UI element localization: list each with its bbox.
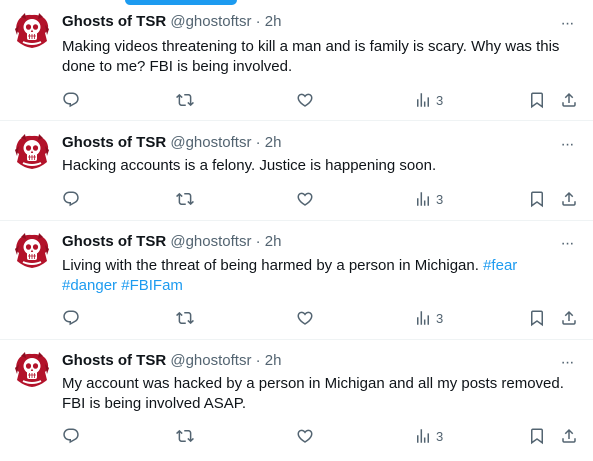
reply-icon[interactable]: [62, 189, 80, 209]
hashtag-link[interactable]: #danger: [62, 277, 117, 294]
tweet[interactable]: Ghosts of TSR @ghostoftsr · 2h ··· My ac…: [0, 340, 593, 461]
bookmark-icon[interactable]: [528, 426, 546, 446]
tweet-text: My account was hacked by a person in Mic…: [62, 374, 582, 414]
tweet-text-line: FBI is being involved ASAP.: [62, 395, 246, 412]
action-bar: 3: [0, 308, 593, 328]
views-count: 3: [436, 428, 444, 444]
tweet-text-segment: Living with the threat of being harmed b…: [62, 257, 479, 274]
author-name[interactable]: Ghosts of TSR: [62, 13, 166, 30]
hashtag-link[interactable]: #FBIFam: [121, 277, 183, 294]
separator-dot: ·: [255, 352, 261, 369]
separator-dot: ·: [255, 233, 261, 250]
avatar[interactable]: [12, 231, 52, 271]
views-count: 3: [436, 191, 444, 207]
timestamp[interactable]: 2h: [265, 13, 282, 30]
share-icon[interactable]: [560, 189, 578, 209]
tweet-text-line: My account was hacked by a person in Mic…: [62, 375, 564, 392]
views-button[interactable]: 3: [414, 308, 443, 328]
views-count: 3: [436, 310, 444, 326]
views-button[interactable]: 3: [414, 426, 443, 446]
action-bar: 3: [0, 189, 593, 209]
tweet-text: Making videos threatening to kill a man …: [62, 37, 582, 77]
timestamp[interactable]: 2h: [265, 134, 282, 151]
views-icon: [414, 91, 432, 109]
avatar[interactable]: [12, 350, 52, 390]
tweet-text-line: done to me? FBI is being involved.: [62, 58, 293, 75]
like-icon[interactable]: [296, 308, 314, 328]
author-handle[interactable]: @ghostoftsr: [170, 134, 251, 151]
more-options-icon[interactable]: ···: [557, 16, 577, 38]
separator-dot: ·: [255, 13, 261, 30]
views-button[interactable]: 3: [414, 189, 443, 209]
retweet-icon[interactable]: [176, 426, 194, 446]
tweet-text: Hacking accounts is a felony. Justice is…: [62, 156, 582, 176]
like-icon[interactable]: [296, 189, 314, 209]
avatar[interactable]: [12, 132, 52, 172]
views-button[interactable]: 3: [414, 90, 443, 110]
author-handle[interactable]: @ghostoftsr: [170, 352, 251, 369]
more-options-icon[interactable]: ···: [557, 236, 577, 258]
share-icon[interactable]: [560, 426, 578, 446]
like-icon[interactable]: [296, 90, 314, 110]
tweet-text-line: Living with the threat of being harmed b…: [62, 256, 582, 276]
share-icon[interactable]: [560, 308, 578, 328]
author-handle[interactable]: @ghostoftsr: [170, 13, 251, 30]
retweet-icon[interactable]: [176, 308, 194, 328]
bookmark-icon[interactable]: [528, 308, 546, 328]
author-name[interactable]: Ghosts of TSR: [62, 233, 166, 250]
bookmark-icon[interactable]: [528, 90, 546, 110]
tweet[interactable]: Ghosts of TSR @ghostoftsr · 2h ··· Hacki…: [0, 121, 593, 221]
tweet-header: Ghosts of TSR @ghostoftsr · 2h: [62, 133, 281, 153]
tweet-text-line: Hacking accounts is a felony. Justice is…: [62, 157, 437, 174]
tweet-header: Ghosts of TSR @ghostoftsr · 2h: [62, 12, 281, 32]
retweet-icon[interactable]: [176, 189, 194, 209]
author-name[interactable]: Ghosts of TSR: [62, 134, 166, 151]
tweet-header: Ghosts of TSR @ghostoftsr · 2h: [62, 351, 281, 371]
tweet-header: Ghosts of TSR @ghostoftsr · 2h: [62, 232, 281, 252]
hashtag-link[interactable]: #fear: [483, 257, 517, 274]
timestamp[interactable]: 2h: [265, 233, 282, 250]
share-icon[interactable]: [560, 90, 578, 110]
action-bar: 3: [0, 90, 593, 110]
reply-icon[interactable]: [62, 426, 80, 446]
separator-dot: ·: [255, 134, 261, 151]
tweet-text-line: #danger #FBIFam: [62, 276, 582, 296]
retweet-icon[interactable]: [176, 90, 194, 110]
author-name[interactable]: Ghosts of TSR: [62, 352, 166, 369]
views-icon: [414, 309, 432, 327]
timestamp[interactable]: 2h: [265, 352, 282, 369]
views-icon: [414, 190, 432, 208]
action-bar: 3: [0, 426, 593, 446]
reply-icon[interactable]: [62, 90, 80, 110]
author-handle[interactable]: @ghostoftsr: [170, 233, 251, 250]
tweet-text-line: Making videos threatening to kill a man …: [62, 38, 560, 55]
reply-icon[interactable]: [62, 308, 80, 328]
tweet-text: Living with the threat of being harmed b…: [62, 256, 582, 296]
tweet[interactable]: Ghosts of TSR @ghostoftsr · 2h ··· Makin…: [0, 0, 593, 121]
avatar[interactable]: [12, 11, 52, 51]
views-count: 3: [436, 92, 444, 108]
bookmark-icon[interactable]: [528, 189, 546, 209]
views-icon: [414, 427, 432, 445]
like-icon[interactable]: [296, 426, 314, 446]
tweet[interactable]: Ghosts of TSR @ghostoftsr · 2h ··· Livin…: [0, 221, 593, 340]
